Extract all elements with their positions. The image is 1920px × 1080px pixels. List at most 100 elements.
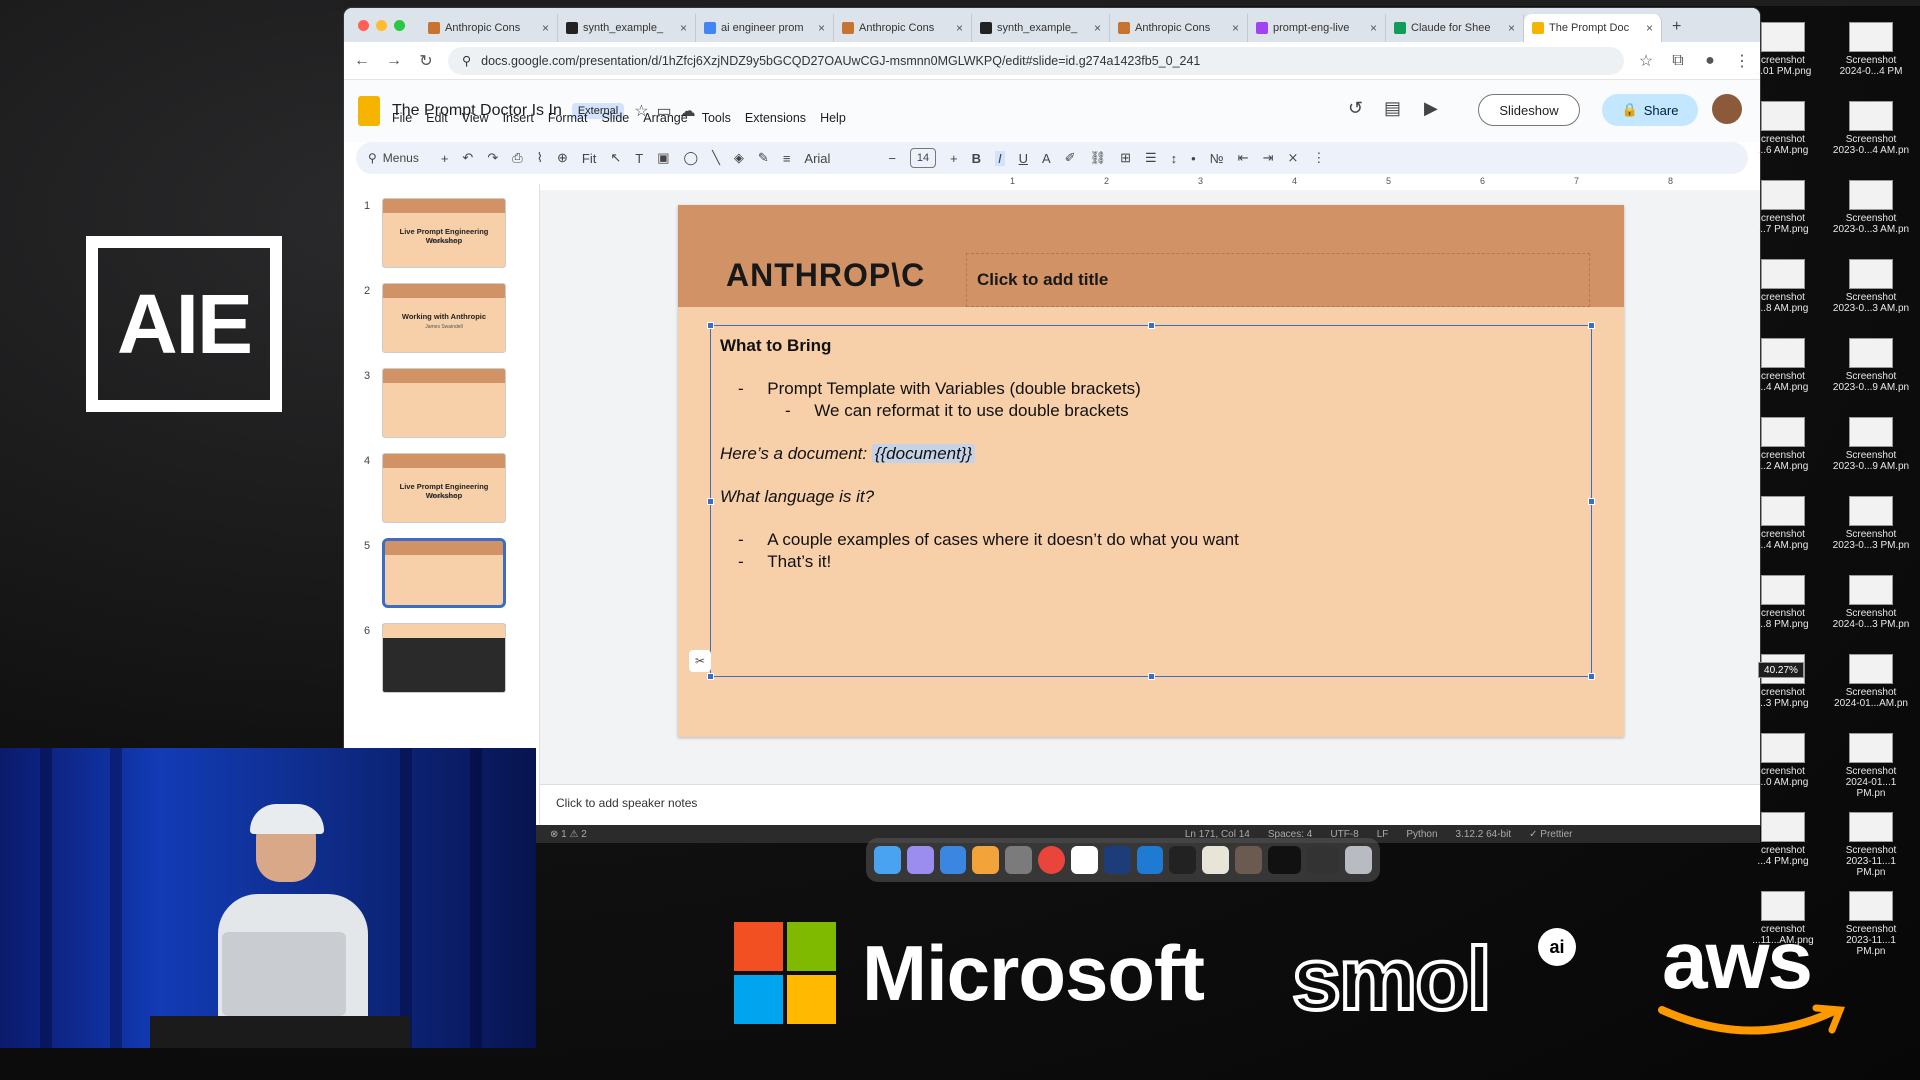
menu-file[interactable]: File: [392, 111, 412, 125]
browser-tab[interactable]: prompt-eng-live ×: [1248, 14, 1386, 42]
zoom-icon[interactable]: ⊕: [557, 150, 568, 166]
python-version[interactable]: 3.12.2 64-bit: [1456, 829, 1512, 840]
close-tab-icon[interactable]: ×: [956, 21, 963, 35]
paint-format-icon[interactable]: ⌇: [537, 150, 543, 166]
language-mode[interactable]: Python: [1406, 829, 1437, 840]
system-settings-icon[interactable]: [1005, 846, 1033, 874]
clear-format-icon[interactable]: ⨯: [1287, 150, 1298, 166]
notes-app-icon[interactable]: [1202, 846, 1230, 874]
reload-icon[interactable]: ↻: [416, 51, 436, 71]
menu-slide[interactable]: Slide: [601, 111, 629, 125]
slides-logo-icon[interactable]: [358, 96, 380, 126]
site-info-icon[interactable]: ⚲: [462, 53, 471, 68]
finder-icon[interactable]: [874, 846, 901, 874]
new-tab-icon[interactable]: +: [1662, 18, 1681, 42]
menu-extensions[interactable]: Extensions: [745, 111, 806, 125]
app-store-icon[interactable]: [939, 846, 967, 874]
comment-add-icon[interactable]: ⊞: [1120, 150, 1131, 166]
slide-thumbnail[interactable]: Working with Anthropic James Swaindell: [382, 283, 506, 353]
extensions-icon[interactable]: ⧉: [1668, 52, 1688, 70]
decrease-font-icon[interactable]: −: [888, 151, 896, 166]
resize-handle[interactable]: [1148, 322, 1155, 329]
window-preview-icon[interactable]: [1267, 846, 1301, 874]
fill-color-icon[interactable]: ◈: [734, 150, 744, 166]
vscode-icon[interactable]: [1136, 846, 1164, 874]
line-icon[interactable]: ╲: [712, 150, 720, 166]
launchpad-icon[interactable]: [906, 846, 934, 874]
maximize-window-button[interactable]: [394, 20, 405, 31]
slideshow-button[interactable]: Slideshow: [1478, 94, 1580, 126]
indent-decrease-icon[interactable]: ⇤: [1238, 150, 1249, 166]
browser-tab[interactable]: synth_example_ ×: [558, 14, 696, 42]
browser-tab[interactable]: Anthropic Cons ×: [1110, 14, 1248, 42]
meet-icon[interactable]: ▶: [1424, 98, 1438, 119]
close-window-button[interactable]: [358, 20, 369, 31]
slide-thumbnail[interactable]: [382, 538, 506, 608]
browser-tab[interactable]: Anthropic Cons ×: [420, 14, 558, 42]
chrome-icon[interactable]: [1038, 846, 1065, 874]
window-preview-icon[interactable]: [1306, 846, 1340, 874]
resize-handle[interactable]: [1588, 322, 1595, 329]
desktop-file[interactable]: Screenshot 2023-0...9 AM.pn: [1832, 338, 1910, 393]
menu-edit[interactable]: Edit: [426, 111, 448, 125]
desktop-file[interactable]: Screenshot 2023-0...3 PM.pn: [1832, 496, 1910, 551]
font-size-input[interactable]: 14: [910, 148, 936, 168]
bold-icon[interactable]: B: [972, 151, 981, 166]
italic-icon[interactable]: I: [994, 150, 1005, 166]
share-button[interactable]: 🔒 Share: [1602, 94, 1698, 126]
image-icon[interactable]: ▣: [657, 150, 669, 166]
text-box-icon[interactable]: T: [635, 151, 643, 166]
resize-handle[interactable]: [707, 322, 714, 329]
desktop-file[interactable]: Screenshot 2023-0...9 AM.pn: [1832, 417, 1910, 472]
desktop-file[interactable]: Screenshot 2023-11...1 PM.pn: [1832, 891, 1910, 957]
account-avatar[interactable]: [1712, 94, 1742, 124]
desktop-file[interactable]: creenshot ...4 AM.png: [1744, 338, 1822, 393]
forward-icon[interactable]: →: [384, 52, 404, 70]
bookmark-star-icon[interactable]: ☆: [1636, 51, 1656, 71]
undo-icon[interactable]: ↶: [462, 150, 473, 166]
password-manager-icon[interactable]: [1103, 846, 1131, 874]
photo-app-icon[interactable]: [1235, 846, 1262, 874]
resize-handle[interactable]: [1588, 498, 1595, 505]
slide-thumbnail[interactable]: Live Prompt Engineering Workshop Zack Wit…: [382, 453, 506, 523]
resize-handle[interactable]: [1588, 673, 1595, 680]
desktop-file[interactable]: Screenshot 2023-0...3 AM.pn: [1832, 180, 1910, 235]
indent-increase-icon[interactable]: ⇥: [1263, 150, 1274, 166]
close-tab-icon[interactable]: ×: [1508, 21, 1515, 35]
zoom-select[interactable]: Fit: [582, 151, 596, 166]
resize-handle[interactable]: [707, 498, 714, 505]
desktop-file[interactable]: creenshot ...2 AM.png: [1744, 417, 1822, 472]
border-color-icon[interactable]: ✎: [758, 150, 769, 166]
slide-thumbnail[interactable]: [382, 368, 506, 438]
desktop-file[interactable]: Screenshot 2023-11...1 PM.pn: [1832, 812, 1910, 878]
desktop-file[interactable]: creenshot ...01 PM.png: [1744, 22, 1822, 77]
terminal-icon[interactable]: [1169, 846, 1197, 874]
menus-search[interactable]: ⚲ Menus: [368, 151, 419, 165]
border-weight-icon[interactable]: ≡: [783, 151, 791, 166]
desktop-file[interactable]: creenshot ...6 AM.png: [1744, 101, 1822, 156]
desktop-file[interactable]: creenshot ...4 AM.png: [1744, 496, 1822, 551]
shape-icon[interactable]: ◯: [684, 150, 699, 166]
desktop-file[interactable]: Screenshot 2023-0...3 AM.pn: [1832, 259, 1910, 314]
select-cursor-icon[interactable]: ↖: [610, 150, 621, 166]
close-tab-icon[interactable]: ×: [1094, 21, 1101, 35]
desktop-file[interactable]: creenshot ...0 AM.png: [1744, 733, 1822, 788]
pages-icon[interactable]: [972, 846, 1000, 874]
browser-tab[interactable]: The Prompt Doc ×: [1524, 14, 1662, 42]
minimize-window-button[interactable]: [376, 20, 387, 31]
desktop-file[interactable]: Screenshot 2024-01...AM.pn: [1832, 654, 1910, 709]
current-slide[interactable]: ANTHROP\C Click to add title What to Bri…: [678, 205, 1624, 737]
body-text-box[interactable]: What to Bring - Prompt Template with Var…: [689, 322, 1595, 680]
resize-handle[interactable]: [1148, 673, 1155, 680]
desktop-file[interactable]: creenshot ...8 AM.png: [1744, 259, 1822, 314]
close-tab-icon[interactable]: ×: [542, 21, 549, 35]
menu-insert[interactable]: Insert: [503, 111, 534, 125]
increase-font-icon[interactable]: +: [950, 151, 958, 166]
highlight-icon[interactable]: ✐: [1065, 150, 1076, 166]
problems-count[interactable]: ⊗ 1 ⚠ 2: [550, 829, 587, 840]
menu-help[interactable]: Help: [820, 111, 846, 125]
comments-icon[interactable]: ▤: [1384, 98, 1401, 119]
close-tab-icon[interactable]: ×: [818, 21, 825, 35]
version-history-icon[interactable]: ↺: [1348, 98, 1363, 119]
redo-icon[interactable]: ↷: [487, 150, 498, 166]
